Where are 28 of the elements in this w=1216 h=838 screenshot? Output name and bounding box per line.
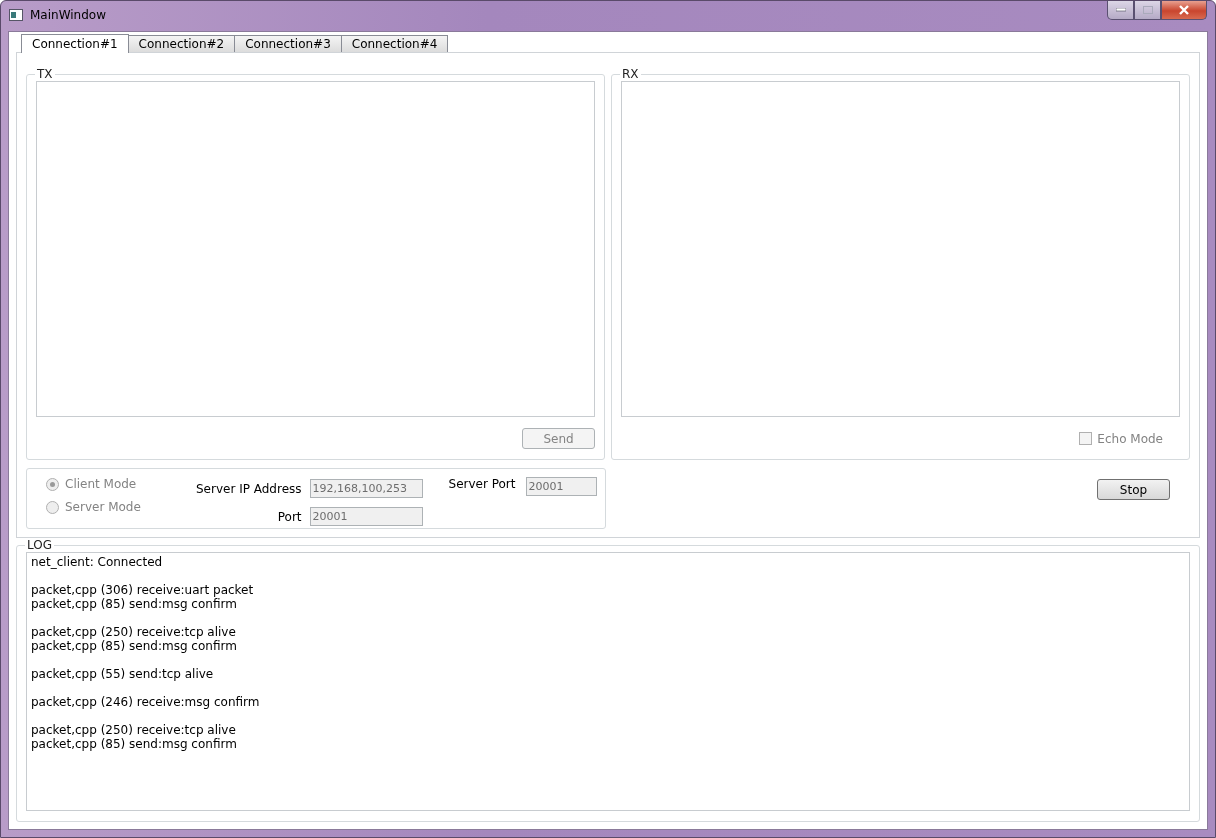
minimize-button[interactable]: [1107, 1, 1134, 20]
window-title: MainWindow: [30, 8, 106, 22]
tab[interactable]: Connection#4: [340, 35, 449, 52]
tab[interactable]: Connection#3: [234, 35, 342, 52]
maximize-button[interactable]: [1134, 1, 1161, 20]
field-label: Port: [277, 509, 302, 524]
tab[interactable]: Connection#1: [21, 34, 129, 53]
tab[interactable]: Connection#2: [127, 35, 236, 52]
field-label: Server Port: [448, 477, 516, 491]
log-line: packet,cpp (85) send:msg confirm: [31, 639, 238, 653]
log-line: packet,cpp (306) receive:uart packet: [31, 583, 255, 597]
app-window-icon: [9, 9, 23, 21]
group-title: RX: [621, 67, 640, 81]
maximize-icon: [1142, 6, 1153, 14]
close-button[interactable]: [1161, 1, 1207, 20]
log-line: packet,cpp (55) send:tcp alive: [31, 667, 215, 681]
log-line: packet,cpp (250) receive:tcp alive: [31, 723, 237, 737]
minimize-icon: [1115, 8, 1126, 12]
field-label: Server IP Address: [196, 481, 302, 496]
log-line: packet,cpp (250) receive:tcp alive: [31, 625, 237, 639]
log-line: packet,cpp (85) send:msg confirm: [31, 597, 238, 611]
group-title: LOG: [26, 538, 53, 552]
close-icon: [1178, 5, 1190, 15]
log-line: packet,cpp (85) send:msg confirm: [31, 737, 238, 751]
stop-button[interactable]: Stop: [1097, 479, 1170, 500]
log-line: packet,cpp (246) receive:msg confirm: [31, 695, 261, 709]
group-title: TX: [36, 67, 54, 81]
log-line: net_client: Connected: [31, 555, 164, 569]
